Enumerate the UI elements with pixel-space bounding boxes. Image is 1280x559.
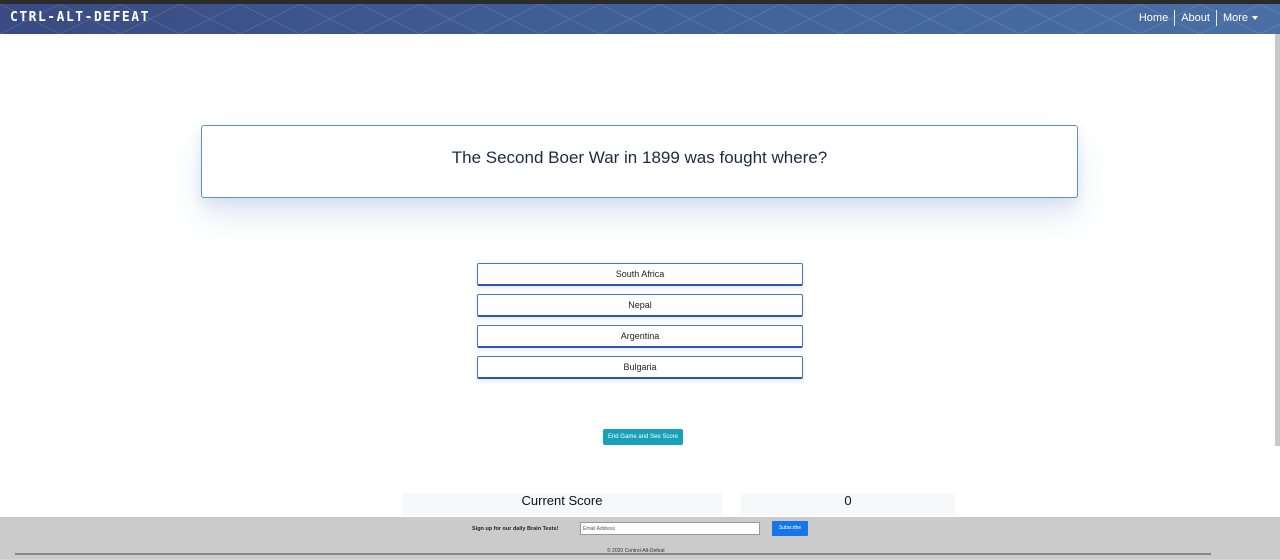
end-game-button[interactable]: End Game and See Score [603,429,683,445]
nav-divider [1215,10,1217,26]
nav-more-dropdown[interactable]: More [1217,9,1264,27]
current-score-label: Current Score [402,493,722,515]
nav-about-link[interactable]: About [1175,9,1216,27]
footer: Sign up for our daily Brain Tests! Subsc… [0,517,1280,559]
navbar-pattern [0,4,1280,34]
answer-button[interactable]: Argentina [477,325,803,348]
page: CTRL-ALT-DEFEAT Home About More The Seco… [0,0,1280,559]
chevron-down-icon [1252,16,1258,21]
scrollbar[interactable] [1275,34,1280,446]
answer-button[interactable]: Nepal [477,294,803,317]
brand-logo-text[interactable]: CTRL-ALT-DEFEAT [10,10,150,25]
nav-links: Home About More [1133,9,1264,27]
answer-list: South Africa Nepal Argentina Bulgaria [477,263,803,387]
question-text: The Second Boer War in 1899 was fought w… [451,147,828,167]
nav-home-link[interactable]: Home [1133,9,1174,27]
nav-divider [1174,10,1176,26]
email-field[interactable] [580,522,760,535]
navbar: CTRL-ALT-DEFEAT Home About More [0,4,1280,34]
newsletter-signup-text: Sign up for our daily Brain Tests! [472,526,559,532]
question-card: The Second Boer War in 1899 was fought w… [201,125,1078,198]
current-score-value: 0 [741,493,955,515]
footer-divider [15,553,1211,555]
answer-button[interactable]: Bulgaria [477,356,803,379]
nav-more-label: More [1222,12,1248,24]
subscribe-button[interactable]: Subscribe [772,521,808,536]
answer-button[interactable]: South Africa [477,263,803,286]
